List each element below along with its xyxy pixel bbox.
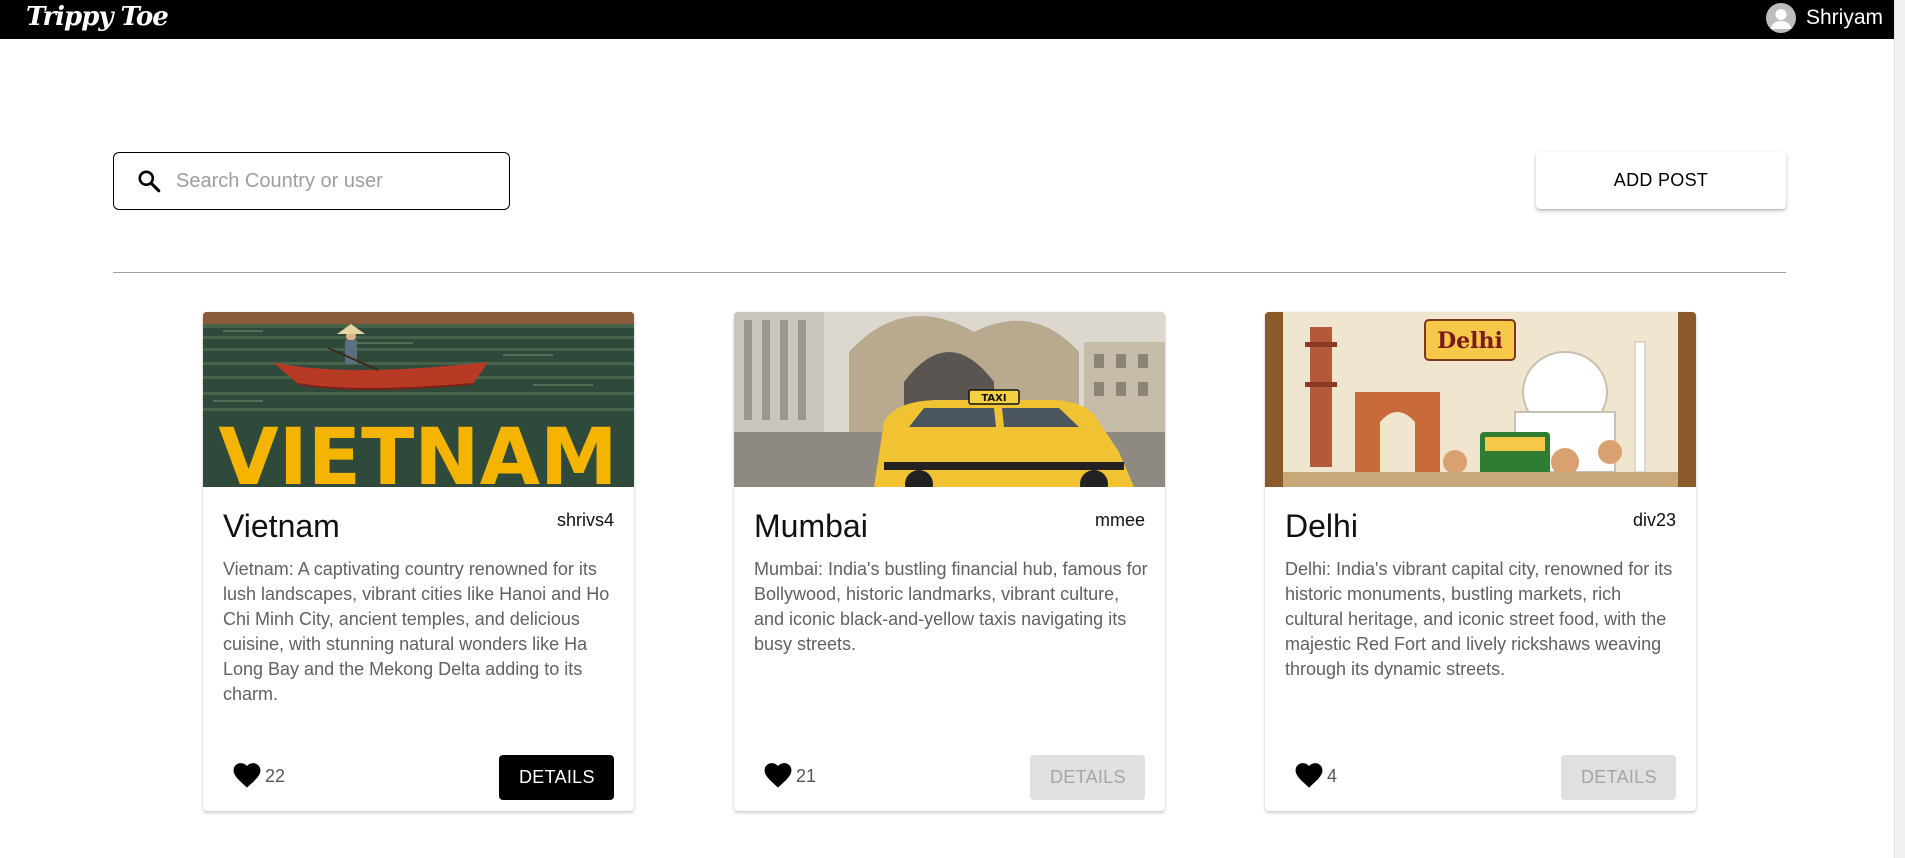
post-title: Mumbai (754, 508, 868, 544)
heart-icon[interactable] (233, 763, 261, 789)
details-button[interactable]: DETAILS (499, 755, 614, 800)
like-count: 22 (265, 765, 286, 786)
post-card-vietnam: VIETNAM Vietnam shrivs4 Vietnam: A capti… (203, 312, 634, 811)
post-author[interactable]: div23 (1633, 510, 1676, 531)
search-input[interactable] (176, 169, 476, 193)
post-description: Delhi: India's vibrant capital city, ren… (1285, 559, 1673, 679)
user-menu[interactable]: Shriyam (1765, 3, 1883, 33)
heart-icon[interactable] (1295, 763, 1323, 789)
details-button[interactable]: DETAILS (1561, 755, 1676, 800)
post-card-mumbai: TAXI Mumbai mmee Mumbai: India's bustlin… (734, 312, 1165, 811)
like-control[interactable]: 21 (764, 763, 816, 789)
post-image-vietnam: VIETNAM (203, 312, 634, 487)
like-count: 4 (1327, 765, 1338, 786)
app-logo[interactable]: Trippy Toe (26, 2, 169, 32)
post-image-mumbai: TAXI (734, 312, 1165, 487)
vietnam-image-text: VIETNAM (218, 413, 617, 487)
details-button[interactable]: DETAILS (1030, 755, 1145, 800)
like-control[interactable]: 22 (233, 763, 285, 789)
search-box[interactable] (113, 152, 510, 210)
user-icon (1770, 9, 1792, 29)
scrollbar[interactable] (1894, 0, 1905, 858)
post-description: Vietnam: A captivating country renowned … (223, 559, 610, 704)
post-author[interactable]: mmee (1095, 510, 1145, 531)
divider (113, 272, 1786, 273)
post-title: Vietnam (223, 508, 340, 544)
delhi-sign-text: Delhi (1437, 328, 1503, 354)
post-title: Delhi (1285, 508, 1358, 544)
like-count: 21 (796, 765, 817, 786)
add-post-button[interactable]: ADD POST (1536, 152, 1786, 209)
taxi-sign-text: TAXI (981, 393, 1006, 404)
avatar[interactable] (1765, 3, 1796, 33)
top-app-bar: Trippy Toe Shriyam (0, 0, 1905, 39)
heart-icon[interactable] (764, 763, 792, 789)
like-control[interactable]: 4 (1295, 763, 1337, 789)
post-author[interactable]: shrivs4 (557, 510, 614, 531)
post-description: Mumbai: India's bustling financial hub, … (754, 559, 1148, 654)
post-card-delhi: Delhi Delhi div23 Delhi: India's vibrant… (1265, 312, 1696, 811)
post-image-delhi: Delhi (1265, 312, 1696, 487)
search-icon (138, 170, 161, 193)
username[interactable]: Shriyam (1806, 6, 1883, 30)
